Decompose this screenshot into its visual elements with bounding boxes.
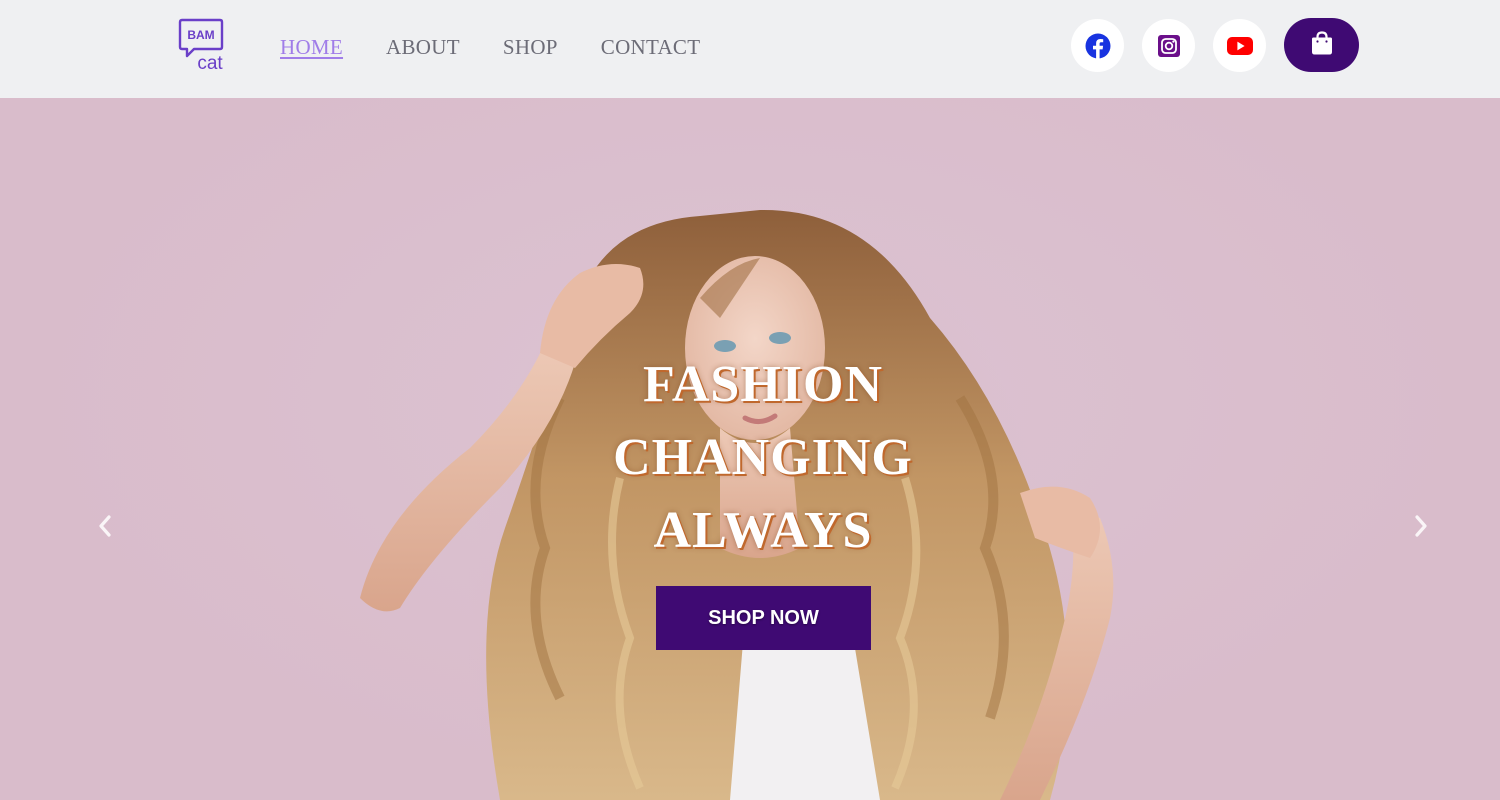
nav-link-about[interactable]: ABOUT [386,35,460,60]
navbar: BAM cat HOME ABOUT SHOP CONTACT [0,0,1500,98]
hero-headline-line-2: CHANGING [613,429,913,486]
instagram-icon [1157,34,1181,58]
hero-carousel: FASHION CHANGING ALWAYS SHOP NOW [0,98,1500,800]
hero-headline: FASHION CHANGING ALWAYS [600,348,926,567]
logo-text-top: BAM [187,28,214,42]
nav-link-contact[interactable]: CONTACT [601,35,701,60]
main-nav: HOME ABOUT SHOP CONTACT [280,32,743,62]
nav-link-home[interactable]: HOME [280,35,343,60]
cart-button[interactable] [1284,18,1359,72]
facebook-button[interactable] [1071,19,1124,72]
brand-logo[interactable]: BAM cat [178,17,226,73]
carousel-prev-button[interactable] [93,514,117,542]
hero-headline-line-3: ALWAYS [653,502,873,559]
instagram-button[interactable] [1142,19,1195,72]
chevron-right-icon [1413,514,1429,542]
shopping-bag-icon [1310,30,1334,61]
hero-headline-line-1: FASHION [642,356,884,413]
chevron-left-icon [97,514,113,542]
nav-link-shop[interactable]: SHOP [503,35,558,60]
youtube-icon [1226,36,1253,56]
carousel-next-button[interactable] [1409,514,1433,542]
shop-now-button[interactable]: SHOP NOW [656,586,871,650]
youtube-button[interactable] [1213,19,1266,72]
logo-text-bottom: cat [197,53,223,73]
facebook-icon [1085,33,1111,59]
